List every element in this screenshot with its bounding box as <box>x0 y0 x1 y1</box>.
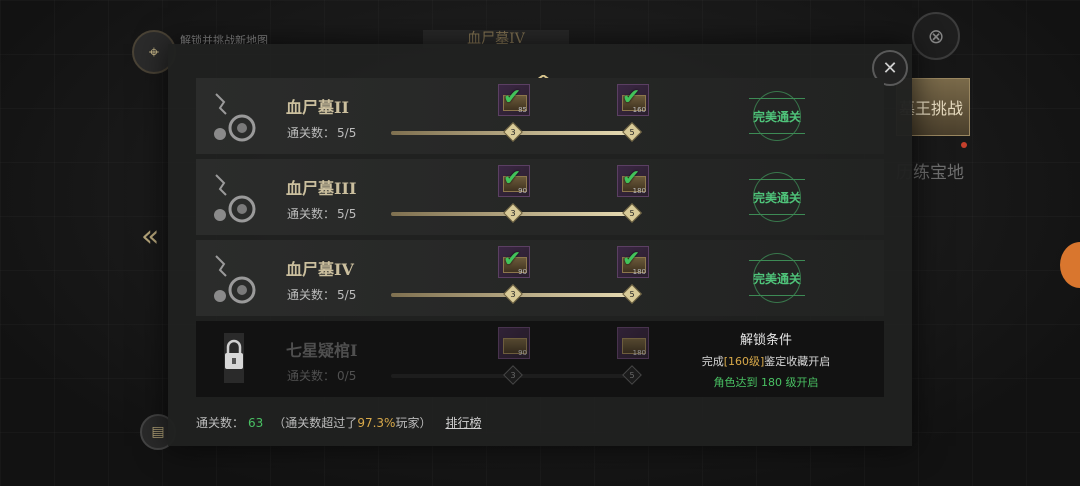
clear-count: 通关数： 5/5 <box>287 288 357 302</box>
progress-node-label: 3 <box>510 128 516 137</box>
chest-level: 85 <box>518 106 527 114</box>
dungeon-emblem-icon <box>214 174 256 223</box>
reward-chest-1[interactable]: ✔ 85 <box>498 84 530 116</box>
progress-bar: 3 5 <box>391 122 642 142</box>
perfect-clear-badge: 完美通关 <box>749 253 805 303</box>
unlock-conditions: 解锁条件 完成[160级]鉴定收藏开启 角色达到 180 级开启 <box>666 329 866 390</box>
unlock-collection-condition: 完成[160级]鉴定收藏开启 <box>701 355 831 368</box>
reward-chest-1[interactable]: ✔ 90 <box>498 165 530 197</box>
dungeon-emblem-icon <box>214 93 256 142</box>
notification-dot <box>961 142 967 148</box>
chest-level: 180 <box>632 268 646 276</box>
document-icon: ▤ <box>151 424 165 440</box>
footer-summary: 通关数： 63 （通关数超过了97.3%玩家） 排行榜 <box>196 416 482 430</box>
progress-bar: 3 5 <box>391 284 642 304</box>
reward-chest-2[interactable]: 180 <box>617 327 649 359</box>
chest-level: 90 <box>518 187 527 195</box>
clear-count-value: 5/5 <box>337 207 357 221</box>
dungeon-name: 血尸墓IV <box>286 260 354 279</box>
locked-dungeon-row[interactable]: 七星疑棺I 通关数： 0/5 3 5 90 180 解锁条件 完成[160级]鉴定… <box>196 321 884 397</box>
chest-level: 90 <box>518 268 527 276</box>
clear-count: 通关数： 5/5 <box>287 126 357 140</box>
dungeon-row[interactable]: 血尸墓II 通关数： 5/5 3 5 ✔ 85 ✔ 160 完美通关 <box>196 78 884 154</box>
reward-chest-2[interactable]: ✔ 180 <box>617 246 649 278</box>
map-icon: ⌖ <box>148 41 160 63</box>
progress-node-label: 5 <box>629 290 635 299</box>
leaderboard-link[interactable]: 排行榜 <box>445 416 481 430</box>
progress-node-label: 5 <box>629 128 635 137</box>
dungeon-name: 七星疑棺I <box>286 341 358 360</box>
close-icon: ✕ <box>882 57 898 79</box>
total-clear-value: 63 <box>248 416 264 430</box>
clear-count: 通关数： 0/5 <box>287 369 357 383</box>
perfect-clear-badge: 完美通关 <box>749 91 805 141</box>
clear-count: 通关数： 5/5 <box>287 207 357 221</box>
unlock-level-condition: 角色达到 180 级开启 <box>713 376 819 389</box>
progress-node-label: 3 <box>510 209 516 218</box>
reward-chest-2[interactable]: ✔ 160 <box>617 84 649 116</box>
reward-chest-1[interactable]: ✔ 90 <box>498 246 530 278</box>
dungeon-name: 血尸墓III <box>286 179 357 198</box>
emblem-icon: ⊗ <box>927 24 945 48</box>
total-clear-label: 通关数： <box>196 416 245 430</box>
progress-node-label: 3 <box>510 290 516 299</box>
dungeon-emblem-icon <box>214 255 256 304</box>
progress-node-label: 5 <box>629 371 635 380</box>
lock-icon <box>224 333 244 383</box>
percentile-value: 97.3% <box>357 416 396 430</box>
dungeon-row[interactable]: 血尸墓III 通关数： 5/5 3 5 ✔ 90 ✔ 180 完美通关 <box>196 159 884 235</box>
chest-level: 180 <box>632 349 646 357</box>
chest-level: 160 <box>632 106 646 114</box>
dungeon-name: 血尸墓II <box>286 98 349 117</box>
chest-level: 180 <box>632 187 646 195</box>
progress-bar: 3 5 <box>391 203 642 223</box>
dungeon-row[interactable]: 血尸墓IV 通关数： 5/5 3 5 ✔ 90 ✔ 180 完美通关 <box>196 240 884 316</box>
progress-bar: 3 5 <box>391 365 642 385</box>
reward-chest-2[interactable]: ✔ 180 <box>617 165 649 197</box>
previous-map-arrow-icon[interactable]: « <box>141 220 171 254</box>
chest-level: 90 <box>518 349 527 357</box>
clear-count-value: 5/5 <box>337 288 357 302</box>
reward-chest-1[interactable]: 90 <box>498 327 530 359</box>
progress-node-label: 5 <box>629 209 635 218</box>
emblem-button[interactable]: ⊗ <box>912 12 960 60</box>
progress-node-label: 3 <box>510 371 516 380</box>
clear-count-value: 5/5 <box>337 126 357 140</box>
perfect-clear-badge: 完美通关 <box>749 172 805 222</box>
clear-count-value: 0/5 <box>337 369 357 383</box>
unlock-title: 解锁条件 <box>739 333 792 348</box>
